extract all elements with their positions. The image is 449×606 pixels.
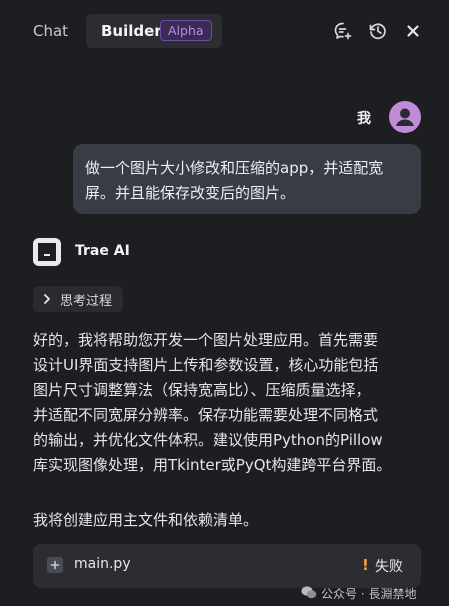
thinking-label: 思考过程: [60, 294, 113, 309]
user-name: 我: [357, 111, 371, 127]
chevron-right-icon: [40, 292, 54, 306]
ai-followup-text: 我将创建应用主文件和依赖清单。: [33, 511, 259, 529]
file-change-card[interactable]: main.py ! 失败: [33, 544, 421, 588]
file-name: main.py: [74, 556, 131, 572]
user-message-bubble: 做一个图片大小修改和压缩的app，并适配宽 屏。并且能保存改变后的图片。: [73, 144, 421, 214]
ai-response-line: 的输出，并优化文件体积。建议使用Python的Pillow: [33, 431, 383, 449]
thinking-process-toggle[interactable]: 思考过程: [33, 286, 123, 312]
ai-message-header: Trae AI: [33, 238, 153, 266]
user-message-line: 屏。并且能保存改变后的图片。: [85, 184, 296, 202]
new-chat-icon[interactable]: [333, 21, 353, 41]
tab-chat[interactable]: Chat: [33, 22, 68, 40]
ai-response-line: 库实现图像处理，用Tkinter或PyQt构建跨平台界面。: [33, 456, 392, 474]
warning-icon: !: [362, 556, 369, 574]
wechat-icon: [301, 586, 317, 599]
ai-response-line: 并适配不同宽屏分辨率。保存功能需要处理不同格式: [33, 406, 379, 424]
tab-builder[interactable]: Builder Alpha: [86, 14, 222, 48]
ai-response-line: 图片尺寸调整算法（保持宽高比）、压缩质量选择，: [33, 381, 371, 399]
user-avatar-icon: [389, 101, 421, 133]
user-message-line: 做一个图片大小修改和压缩的app，并适配宽: [85, 159, 384, 177]
watermark-text: 公众号 · 長淵禁地: [321, 587, 417, 601]
ai-name: Trae AI: [75, 243, 130, 259]
ai-response-line: 好的，我将帮助您开发一个图片处理应用。首先需要: [33, 331, 379, 349]
alpha-badge: Alpha: [160, 20, 212, 41]
user-message-header: 我: [341, 101, 421, 133]
file-status: 失败: [375, 559, 403, 575]
tab-builder-label: Builder: [101, 22, 162, 40]
trae-logo-icon: [33, 238, 61, 266]
ai-response-line: 设计UI界面支持图片上传和参数设置，核心功能包括: [33, 356, 379, 374]
close-icon[interactable]: [403, 21, 423, 41]
plus-icon[interactable]: [47, 557, 63, 573]
history-icon[interactable]: [368, 21, 388, 41]
top-bar: Chat Builder Alpha: [0, 0, 449, 62]
watermark: 公众号 · 長淵禁地: [301, 584, 449, 602]
ai-response-text: 好的，我将帮助您开发一个图片处理应用。首先需要 设计UI界面支持图片上传和参数设…: [33, 328, 415, 478]
